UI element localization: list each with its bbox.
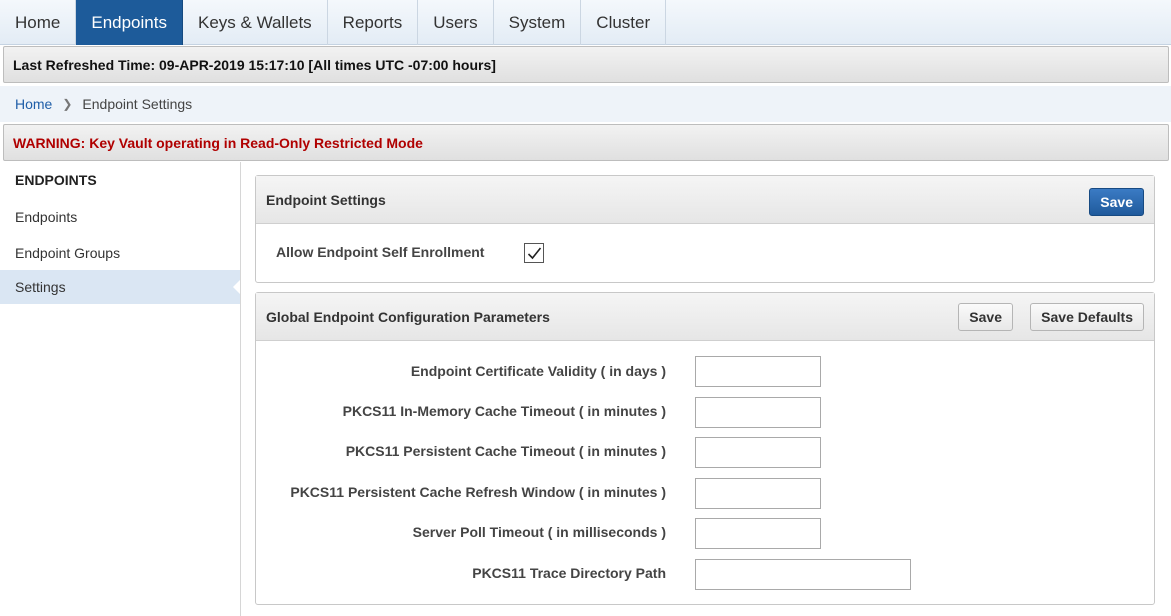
trace-directory-path-label: PKCS11 Trace Directory Path [472,565,666,581]
breadcrumb-current: Endpoint Settings [82,96,193,112]
tab-users[interactable]: Users [418,0,494,45]
last-refreshed-text: Last Refreshed Time: 09-APR-2019 15:17:1… [13,56,496,73]
panel-title: Endpoint Settings [266,191,386,208]
server-poll-timeout-input[interactable] [695,518,821,549]
persistent-cache-timeout-label: PKCS11 Persistent Cache Timeout ( in min… [345,443,666,459]
checkmark-icon [527,247,542,260]
warning-banner: WARNING: Key Vault operating in Read-Onl… [3,124,1169,161]
certificate-validity-input[interactable] [695,356,821,387]
tab-endpoints[interactable]: Endpoints [76,0,183,45]
top-navigation: Home Endpoints Keys & Wallets Reports Us… [0,0,1171,45]
sidebar-item-label: Endpoints [15,209,78,225]
warning-text: WARNING: Key Vault operating in Read-Onl… [13,134,423,151]
cache-refresh-window-label: PKCS11 Persistent Cache Refresh Window (… [290,484,666,500]
last-refreshed-bar: Last Refreshed Time: 09-APR-2019 15:17:1… [3,46,1169,83]
sidebar-item-endpoint-groups[interactable]: Endpoint Groups [0,236,240,270]
breadcrumb-home-link[interactable]: Home [15,96,52,112]
server-poll-timeout-label: Server Poll Timeout ( in milliseconds ) [412,524,666,540]
tab-home[interactable]: Home [0,0,77,45]
self-enrollment-checkbox[interactable] [524,243,544,263]
sidebar-heading: ENDPOINTS [15,172,97,188]
tab-cluster[interactable]: Cluster [581,0,667,45]
global-parameters-panel: Global Endpoint Configuration Parameters… [255,292,1155,605]
chevron-right-icon: ❯ [62,97,73,111]
sidebar-item-label: Endpoint Groups [15,245,121,261]
save-parameters-button[interactable]: Save [958,303,1013,331]
cache-refresh-window-input[interactable] [695,478,821,509]
sidebar-item-label: Settings [15,279,66,295]
certificate-validity-label: Endpoint Certificate Validity ( in days … [410,363,666,379]
endpoint-settings-panel: Endpoint Settings Save Allow Endpoint Se… [255,175,1155,283]
save-defaults-button[interactable]: Save Defaults [1030,303,1144,331]
self-enrollment-label: Allow Endpoint Self Enrollment [276,244,485,260]
sidebar-item-endpoints[interactable]: Endpoints [0,200,240,234]
endpoint-settings-header: Endpoint Settings Save [256,176,1154,224]
tab-keys-wallets[interactable]: Keys & Wallets [183,0,328,45]
breadcrumb: Home ❯ Endpoint Settings [0,86,1171,122]
trace-directory-path-input[interactable] [695,559,911,590]
sidebar: ENDPOINTS Endpoints Endpoint Groups Sett… [0,162,241,616]
in-memory-cache-timeout-input[interactable] [695,397,821,428]
tab-reports[interactable]: Reports [328,0,419,45]
panel-title: Global Endpoint Configuration Parameters [266,308,550,325]
sidebar-item-settings[interactable]: Settings [0,270,240,304]
tab-system[interactable]: System [494,0,582,45]
save-button[interactable]: Save [1089,188,1144,216]
persistent-cache-timeout-input[interactable] [695,437,821,468]
global-parameters-header: Global Endpoint Configuration Parameters… [256,293,1154,341]
in-memory-cache-timeout-label: PKCS11 In-Memory Cache Timeout ( in minu… [342,403,666,419]
